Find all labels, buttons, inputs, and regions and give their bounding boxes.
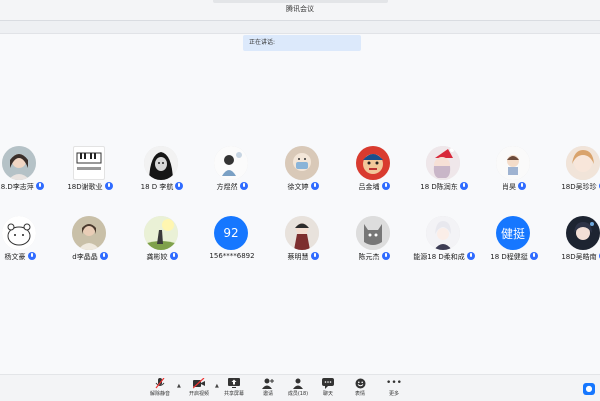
participant-tile[interactable]: d李晶晶 (52, 216, 128, 266)
participant-tile[interactable]: 健挺 18 D程健挺 (476, 216, 552, 266)
participant-name: 杨文豪 (0, 252, 58, 262)
mic-on-icon (27, 252, 36, 260)
avatar (566, 216, 600, 250)
participant-name: d李晶晶 (52, 252, 128, 262)
avatar: 92 (214, 216, 248, 250)
mic-muted-icon (144, 377, 176, 389)
avatar (356, 146, 390, 180)
members-icon (282, 378, 314, 389)
participant-name: 肖昊 (476, 182, 552, 192)
mic-on-icon (310, 182, 319, 190)
participant-tile[interactable]: 龚彬姣 (124, 216, 200, 266)
avatar (356, 216, 390, 250)
chat-icon (312, 378, 344, 389)
avatar (496, 146, 530, 180)
mic-on-icon (381, 182, 390, 190)
mic-on-icon (239, 182, 248, 190)
mic-on-icon (104, 182, 113, 190)
participant-tile[interactable]: 方煜然 (194, 146, 270, 196)
mic-on-icon (466, 252, 475, 260)
emoji-button[interactable]: 表情 (344, 378, 376, 400)
participant-name: 18 D陈润东 (406, 182, 482, 192)
unmute-button[interactable]: 解除静音 (144, 377, 176, 400)
participant-tile[interactable]: 18D吴珍珍 (546, 146, 600, 196)
avatar (72, 216, 106, 250)
participant-name: 方煜然 (194, 182, 270, 192)
participant-tile[interactable]: 能源18 D柔和成 (406, 216, 482, 266)
participant-tile[interactable]: 18D谢歌业 (52, 146, 128, 196)
participant-tile[interactable]: 蔡明慧 (265, 216, 341, 266)
participant-tile[interactable]: 陈元杰 (336, 216, 412, 266)
avatar (426, 216, 460, 250)
chat-button[interactable]: 聊天 (312, 378, 344, 400)
avatar (566, 146, 600, 180)
participant-tile[interactable]: 徐文婷 (265, 146, 341, 196)
mic-on-icon (381, 252, 390, 260)
participant-tile[interactable]: 杨文豪 (0, 216, 58, 266)
avatar (2, 216, 36, 250)
avatar (426, 146, 460, 180)
mic-on-icon (35, 182, 44, 190)
mic-on-icon (529, 252, 538, 260)
speaking-indicator: 正在讲话: (243, 35, 361, 51)
participant-name: 18 D程健挺 (476, 252, 552, 262)
title-bar: 腾讯会议 (0, 0, 600, 21)
participant-name: 陈元杰 (336, 252, 412, 262)
avatar (2, 146, 36, 180)
mic-on-icon (99, 252, 108, 260)
mic-on-icon (175, 182, 184, 190)
participant-name: 龚彬姣 (124, 252, 200, 262)
participant-name: 能源18 D柔和成 (406, 252, 482, 262)
participant-name: 18D吴珍珍 (546, 182, 600, 192)
mic-on-icon (459, 182, 468, 190)
participant-tile[interactable]: 92 156****6892 (194, 216, 270, 266)
title-drag-handle[interactable] (213, 0, 388, 3)
participant-name: 18D吴皓南 (546, 252, 600, 262)
mic-on-icon (310, 252, 319, 260)
audio-options-caret[interactable]: ▲ (177, 383, 181, 389)
participant-tile[interactable]: 18D吴皓南 (546, 216, 600, 266)
participant-name: 18.D李志萍 (0, 182, 58, 192)
participant-name: 徐文婷 (265, 182, 341, 192)
meeting-info-bar (0, 21, 600, 34)
emoji-icon (344, 378, 376, 389)
invite-icon (252, 378, 284, 389)
camera-off-icon (183, 377, 215, 389)
participant-name: 156****6892 (209, 252, 255, 260)
mic-on-icon (518, 182, 526, 190)
participant-name: 蔡明慧 (265, 252, 341, 262)
window-title: 腾讯会议 (286, 5, 314, 13)
avatar (73, 146, 105, 180)
participant-tile[interactable]: 18.D李志萍 (0, 146, 58, 196)
participant-name: 18 D 李航 (124, 182, 200, 192)
share-screen-icon (218, 378, 250, 389)
participant-gallery: 18.D李志萍 18D谢歌业 18 D 李航 方煜然 徐文婷 吕金埔 (0, 146, 600, 266)
profile-icon[interactable]: ● (583, 383, 595, 395)
start-video-button[interactable]: 开启视频 (183, 377, 215, 400)
participant-tile[interactable]: 18 D 李航 (124, 146, 200, 196)
avatar (285, 216, 319, 250)
participant-name: 18D谢歌业 (52, 182, 128, 192)
invite-button[interactable]: 邀请 (252, 378, 284, 400)
members-button[interactable]: 成员(18) (282, 378, 314, 400)
avatar (144, 146, 178, 180)
avatar: 健挺 (496, 216, 530, 250)
meeting-toolbar: 解除静音 ▲ 开启视频 ▲ 共享屏幕 邀请 成员(18) 聊天 表情 ••• 更… (0, 374, 600, 401)
more-button[interactable]: ••• 更多 (378, 378, 410, 400)
participant-tile[interactable]: 18 D陈润东 (406, 146, 482, 196)
mic-on-icon (169, 252, 178, 260)
avatar (144, 216, 178, 250)
participant-tile[interactable]: 吕金埔 (336, 146, 412, 196)
avatar (214, 146, 248, 180)
avatar (285, 146, 319, 180)
more-icon: ••• (386, 378, 402, 388)
participant-name: 吕金埔 (336, 182, 412, 192)
share-screen-button[interactable]: 共享屏幕 (218, 378, 250, 400)
participant-tile[interactable]: 肖昊 (476, 146, 552, 196)
